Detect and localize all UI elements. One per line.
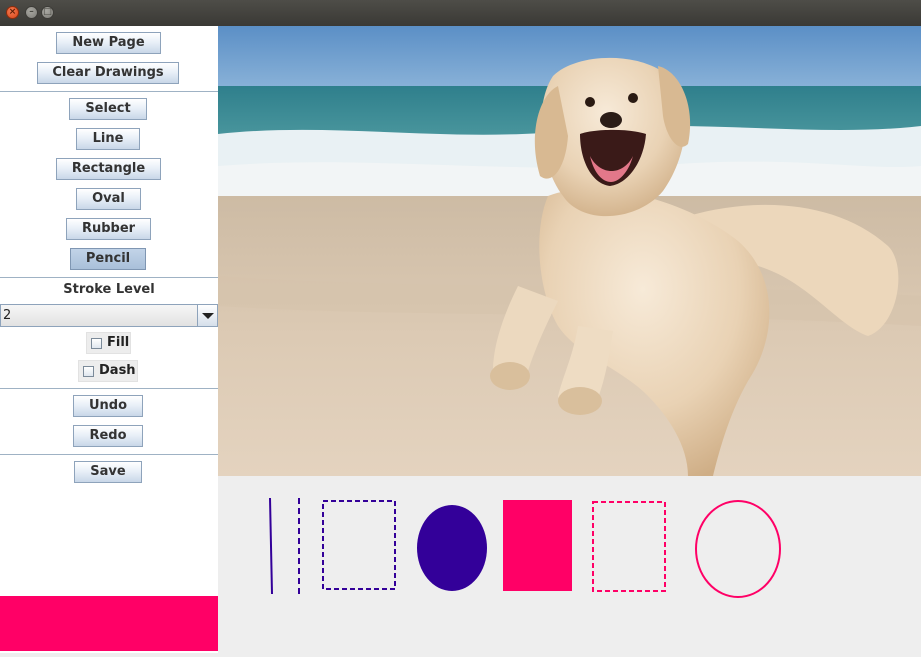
drawing-canvas[interactable] <box>218 476 921 653</box>
minimize-icon[interactable]: – <box>25 6 38 19</box>
drawn-line[interactable] <box>269 497 273 595</box>
close-icon[interactable]: × <box>6 6 19 19</box>
fill-label: Fill <box>107 335 130 350</box>
redo-button[interactable]: Redo <box>73 425 143 447</box>
stroke-level-value: 2 <box>3 308 12 323</box>
divider <box>0 277 218 278</box>
pencil-tool-button[interactable]: Pencil <box>70 248 146 270</box>
stroke-level-label: Stroke Level <box>63 282 155 297</box>
background-photo[interactable] <box>218 26 921 476</box>
stroke-level-select[interactable]: 2 <box>0 304 218 327</box>
undo-button[interactable]: Undo <box>73 395 143 417</box>
drawn-oval[interactable] <box>695 500 781 598</box>
rubber-tool-button[interactable]: Rubber <box>66 218 151 240</box>
tool-sidebar: New Page Clear Drawings Select Line Rect… <box>0 26 218 653</box>
divider <box>0 388 218 389</box>
rectangle-tool-button[interactable]: Rectangle <box>56 158 161 180</box>
maximize-icon[interactable]: □ <box>41 6 54 19</box>
drawn-shapes <box>269 497 781 598</box>
save-button[interactable]: Save <box>74 461 142 483</box>
divider <box>0 91 218 92</box>
oval-tool-button[interactable]: Oval <box>76 188 141 210</box>
drawn-dashed-rectangle[interactable] <box>322 500 396 590</box>
line-tool-button[interactable]: Line <box>76 128 140 150</box>
divider <box>0 454 218 455</box>
fill-checkbox[interactable]: Fill <box>86 332 131 354</box>
drawn-dashed-rectangle-pink[interactable] <box>592 501 666 592</box>
clear-drawings-button[interactable]: Clear Drawings <box>37 62 179 84</box>
dash-label: Dash <box>99 363 136 378</box>
current-color-swatch[interactable] <box>0 596 218 651</box>
dash-checkbox[interactable]: Dash <box>78 360 138 382</box>
drawn-filled-oval[interactable] <box>417 505 487 591</box>
select-tool-button[interactable]: Select <box>69 98 147 120</box>
dash-checkbox-box[interactable] <box>83 366 94 377</box>
window-titlebar: × – □ <box>0 0 921 26</box>
fill-checkbox-box[interactable] <box>91 338 102 349</box>
new-page-button[interactable]: New Page <box>56 32 161 54</box>
dog-photo-illustration <box>218 26 921 476</box>
chevron-down-icon[interactable] <box>197 305 217 326</box>
drawn-filled-rectangle[interactable] <box>503 500 572 591</box>
